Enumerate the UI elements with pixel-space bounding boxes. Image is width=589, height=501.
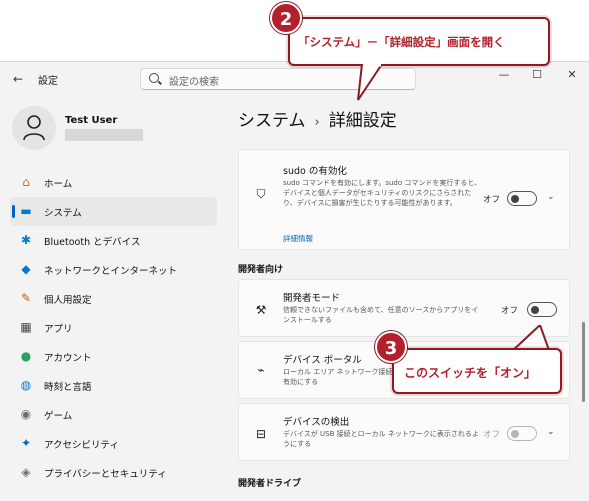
sidebar-item-label: Bluetooth とデバイス [44,237,141,248]
search-input[interactable]: 設定の検索 [169,73,219,88]
apps-icon: ▦ [20,320,32,334]
pulse-icon: ⌁ [257,363,265,377]
sidebar-item[interactable]: ● アカウント [10,342,217,371]
avatar[interactable] [12,106,56,150]
shield-icon: ⛉ [256,187,266,201]
breadcrumb: システム › 詳細設定 [238,106,397,131]
close-button[interactable]: ✕ [565,68,579,82]
device-discovery-icon: ⊟ [255,427,267,441]
screenshot-stage: ← 設定 設定の検索 — ☐ ✕ Test User ⌂ ホーム ▬ システム ✱ Blu… [0,0,589,501]
title-bar: ← 設定 設定の検索 — ☐ ✕ [0,62,589,96]
user-name: Test User [65,115,118,126]
dev-tools-icon: ⚒ [255,303,267,317]
sidebar-item-label: ゲーム [44,411,73,422]
maximize-button[interactable]: ☐ [530,68,544,82]
step3-text: このスイッチを「オン」 [404,366,537,380]
bluetooth-icon: ✱ [20,233,32,247]
sidebar-item-label: プライバシーとセキュリティ [44,469,167,480]
step2-pointer [357,64,384,101]
sidebar-item[interactable]: ◈ プライバシーとセキュリティ [10,458,217,487]
developer-mode-description: 信頼できないファイルも含めて、任意のソースからアプリをインストールする [283,306,479,324]
developer-mode-toggle[interactable] [527,302,557,317]
device-portal-description: ローカル エリア ネットワーク接続…有効にする [283,368,400,386]
sidebar-item[interactable]: ▦ アプリ [10,313,217,342]
dev-drive-section-title: 開発者ドライブ [238,479,302,489]
search-icon [149,73,159,83]
monitor-icon: ▬ [20,204,32,218]
user-email-redacted [65,129,143,141]
page-title: 詳細設定 [328,111,397,131]
person-icon: ● [20,349,32,363]
wifi-icon: ◆ [21,262,31,276]
sidebar-item[interactable]: ✱ Bluetooth とデバイス [10,226,217,255]
device-discovery-toggle-label: オフ [483,430,501,440]
shield-icon: ◈ [21,465,31,479]
back-button[interactable]: ← [10,71,26,87]
step2-badge: 2 [270,2,302,34]
step3-badge: 3 [375,331,407,363]
sidebar-item-label: アクセシビリティ [44,440,119,451]
device-discovery-card[interactable]: ⊟ デバイスの検出 デバイスが USB 接続とローカル ネットワークに表示される… [238,403,570,461]
sidebar-nav: ⌂ ホーム ▬ システム ✱ Bluetooth とデバイス ◆ ネットワークとインターネット… [10,168,217,487]
sidebar-item-label: 時刻と言語 [44,382,92,393]
sudo-toggle[interactable] [507,191,537,206]
chevron-down-icon[interactable]: ⌄ [547,192,555,202]
sidebar-item-label: ホーム [44,179,73,190]
brush-icon: ✎ [20,291,32,305]
sidebar-item-label: 個人用設定 [44,295,92,306]
developer-mode-toggle-label: オフ [501,306,519,316]
sidebar-item-label: ネットワークとインターネット [44,266,178,277]
sidebar-item[interactable]: ▬ システム [10,197,217,226]
developer-mode-title: 開発者モード [283,293,341,304]
sudo-learn-more-link[interactable]: 詳細情報 [283,233,313,244]
sidebar-item[interactable]: ⌂ ホーム [10,168,217,197]
sidebar-item[interactable]: ✎ 個人用設定 [10,284,217,313]
sidebar-item-label: アカウント [44,353,92,364]
developer-section-title: 開発者向け [238,265,284,275]
accessibility-icon: ✦ [20,436,32,450]
sudo-card[interactable]: ⛉ sudo の有効化 sudo コマンドを有効にします。sudo コマンドを実… [238,149,570,250]
sidebar-item[interactable]: ◉ ゲーム [10,400,217,429]
app-title: 設定 [38,76,58,87]
sudo-toggle-label: オフ [483,195,501,205]
step2-text: 「システム」－「詳細設定」画面を開く [298,35,505,49]
sidebar-item[interactable]: ◍ 時刻と言語 [10,371,217,400]
minimize-button[interactable]: — [497,68,511,82]
sidebar-item-label: システム [44,208,82,219]
device-discovery-description: デバイスが USB 接続とローカル ネットワークに表示されるようにする [283,430,479,448]
gamepad-icon: ◉ [20,407,32,421]
device-portal-title: デバイス ポータル [283,355,362,366]
device-discovery-title: デバイスの検出 [283,417,350,428]
sudo-title: sudo の有効化 [283,166,347,177]
breadcrumb-parent[interactable]: システム [238,111,306,131]
sidebar-item-label: アプリ [44,324,73,335]
chevron-down-icon[interactable]: ⌄ [547,427,555,437]
sidebar-item[interactable]: ✦ アクセシビリティ [10,429,217,458]
chevron-right-icon: › [314,115,320,130]
settings-content: ⛉ sudo の有効化 sudo コマンドを有効にします。sudo コマンドを実… [228,138,578,501]
device-discovery-toggle[interactable] [507,426,537,441]
person-icon [23,115,45,141]
step2-callout: 「システム」－「詳細設定」画面を開く [288,17,550,66]
sudo-description: sudo コマンドを有効にします。sudo コマンドを実行すると、デバイスと個人… [283,179,482,207]
globe-clock-icon: ◍ [20,378,32,392]
scrollbar[interactable] [582,322,585,402]
step3-callout: このスイッチを「オン」 [392,348,562,394]
settings-window: ← 設定 設定の検索 — ☐ ✕ Test User ⌂ ホーム ▬ システム ✱ Blu… [0,61,589,501]
sidebar-item[interactable]: ◆ ネットワークとインターネット [10,255,217,284]
home-icon: ⌂ [22,175,30,189]
